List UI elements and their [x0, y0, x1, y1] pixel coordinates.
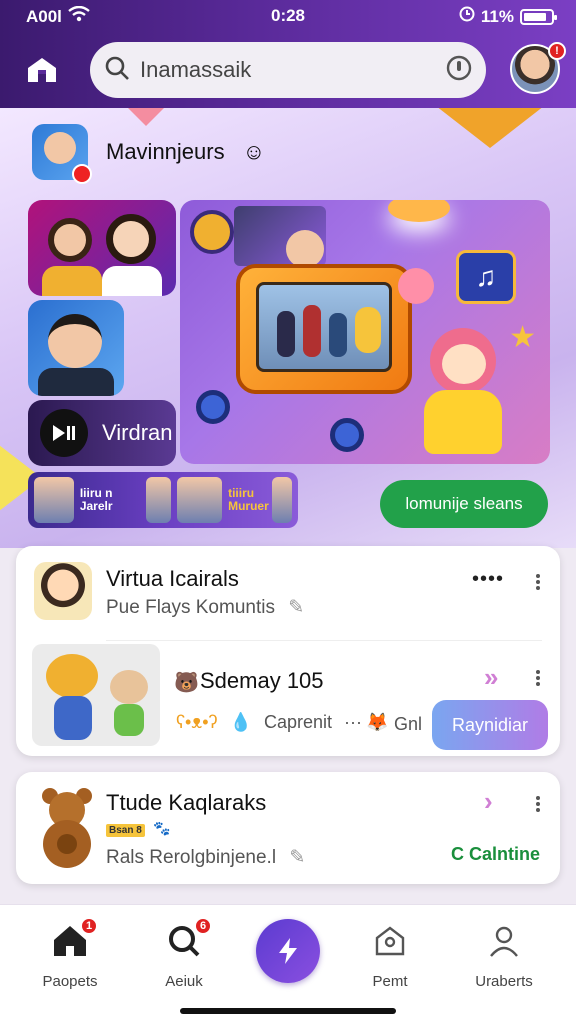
channel-thumbnail[interactable]	[32, 124, 92, 184]
profile-avatar[interactable]: !	[510, 42, 566, 94]
meta-ellipsis: ···	[344, 712, 362, 732]
search-icon	[104, 55, 130, 86]
strip-caption-2: tiiiru Muruer	[228, 486, 269, 513]
episode-title: Sdemay 105	[200, 668, 324, 693]
bag-icon	[375, 926, 405, 956]
channel-title: Mavinnjeurs	[106, 139, 225, 164]
nav-item-uraberts[interactable]: Uraberts	[456, 919, 552, 990]
channel-row[interactable]: Mavinnjeurs ☺	[32, 124, 266, 184]
music-note-icon: ♫	[456, 250, 516, 304]
home-icon	[28, 58, 56, 82]
video-tile-host[interactable]	[28, 300, 124, 396]
drop-icon: 💧	[229, 712, 252, 732]
battery-icon	[520, 8, 557, 25]
community-button[interactable]: lomunije sleans	[380, 480, 548, 528]
device-wheel	[196, 390, 230, 424]
lightning-icon	[279, 938, 297, 964]
nav-label: Paopets	[42, 973, 98, 990]
home-indicator	[180, 1008, 396, 1014]
search-input[interactable]: Inamassaik	[140, 57, 446, 83]
card-subtitle-text: Pue Flays Komuntis	[106, 597, 275, 618]
content-card[interactable]: Virtua Icairals Pue Flays Komuntis ✎ •••…	[16, 546, 560, 756]
home-button[interactable]	[24, 52, 60, 88]
cat-mascot	[398, 268, 434, 304]
tag-row: Bsan 8 🐾	[106, 820, 171, 838]
fox-icon: 🦊	[366, 712, 389, 732]
card-title: Ttude Kaqlaraks	[106, 790, 267, 815]
chevron-right-icon[interactable]: ›	[484, 786, 493, 817]
card-subtitle: Pue Flays Komuntis ✎	[106, 596, 304, 619]
pencil-icon[interactable]: ✎	[288, 597, 304, 618]
nav-label: Uraberts	[475, 973, 533, 990]
continue-link[interactable]: C Calntine	[451, 844, 540, 865]
nav-item-aeiuk[interactable]: 6 Aeiuk	[136, 917, 232, 990]
arcade-device	[236, 264, 412, 394]
video-tile-virdran[interactable]: Virdran	[28, 400, 176, 466]
bottom-nav: 1 Paopets 6 Aeiuk Pemt Uraberts	[0, 904, 576, 1024]
bear-face-icon: ʕ•ᴥ•ʔ	[176, 712, 218, 732]
notification-badge: !	[548, 42, 566, 60]
paw-icon: 🐾	[153, 820, 171, 836]
featured-video[interactable]: ♫ ★	[180, 200, 550, 464]
episode-strip[interactable]: Iiiru n Jarelr tiiiru Muruer	[28, 472, 298, 528]
nav-badge: 6	[194, 917, 212, 935]
bear-emoji-icon: 🐻	[174, 672, 199, 694]
creator-avatar[interactable]	[34, 562, 92, 620]
decorative-triangle	[436, 108, 544, 148]
play-icon[interactable]	[40, 409, 88, 457]
meta-right: Gnl	[394, 714, 423, 734]
nav-item-paopets[interactable]: 1 Paopets	[22, 917, 118, 990]
content-card[interactable]: Ttude Kaqlaraks Bsan 8 🐾 Rals Rerolgbinj…	[16, 772, 560, 884]
chevron-right-icon[interactable]: »	[484, 662, 498, 693]
pencil-icon[interactable]: ✎	[289, 847, 305, 868]
toy-thumbnail[interactable]	[32, 644, 160, 746]
star-icon: ★	[509, 321, 536, 354]
nav-label: Pemt	[372, 973, 408, 990]
kebab-menu-icon[interactable]	[536, 794, 542, 814]
alarm-icon	[459, 6, 475, 27]
mic-icon[interactable]	[446, 55, 472, 86]
nav-label: Aeiuk	[165, 973, 203, 990]
nav-badge: 1	[80, 917, 98, 935]
play-button[interactable]: Raynidiar	[432, 700, 548, 750]
card-subtitle: Rals Rerolgbinjene.l ✎	[106, 846, 305, 869]
device-wheel	[330, 418, 364, 452]
meta-left: Caprenit	[263, 712, 332, 732]
more-dots[interactable]: ••••	[472, 568, 504, 591]
create-button[interactable]	[256, 919, 320, 983]
hero-banner: Mavinnjeurs ☺ Virdran ♫ ★ Iiiru n Jarelr…	[0, 108, 576, 548]
teddy-bear-thumbnail[interactable]	[36, 786, 98, 870]
divider	[106, 640, 542, 641]
video-tile-family[interactable]	[28, 200, 176, 296]
episode-meta: ʕ•ᴥ•ʔ 💧 Caprenit ···	[176, 712, 362, 733]
nav-item-pemt[interactable]: Pemt	[342, 919, 438, 990]
mascot-character	[416, 328, 508, 454]
battery-percent: 11%	[480, 6, 514, 26]
card-subtitle-text: Rals Rerolgbinjene.l	[106, 847, 277, 868]
card-title: Virtua Icairals	[106, 566, 239, 591]
face-emoji-icon: ☺	[242, 139, 266, 164]
app-header: A00l 0:28 11% Inamassaik !	[0, 0, 576, 108]
status-bar: A00l 0:28 11%	[0, 5, 576, 28]
search-bar[interactable]: Inamassaik	[90, 42, 486, 98]
strip-caption: Iiiru n Jarelr	[79, 486, 113, 513]
rating-tag: Bsan 8	[106, 824, 145, 837]
tile-label: Virdran	[102, 420, 173, 445]
person-icon	[490, 926, 518, 957]
kebab-menu-icon[interactable]	[536, 668, 542, 688]
kebab-menu-icon[interactable]	[536, 572, 542, 592]
